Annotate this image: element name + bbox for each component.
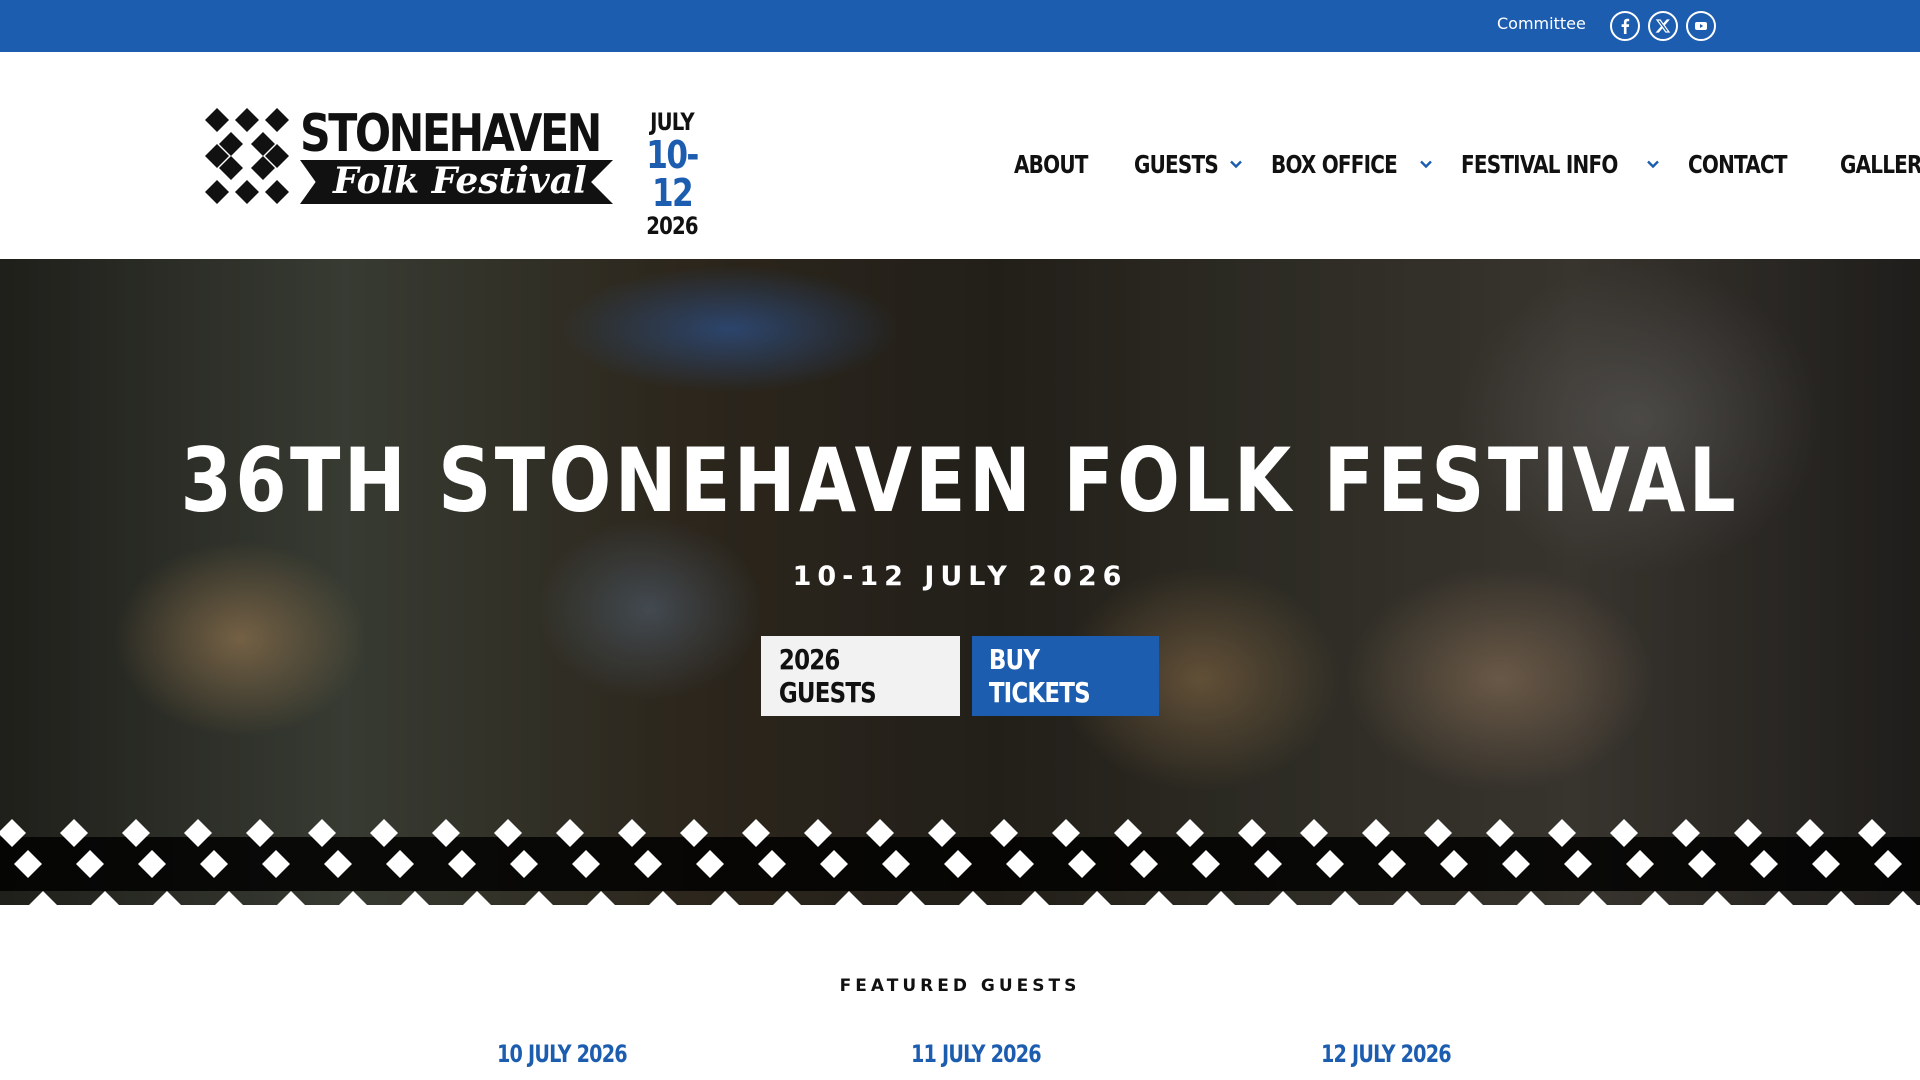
nav-item-label: BOX OFFICE [1270,149,1398,179]
hero-title-text: 36TH STONEHAVEN FOLK FESTIVAL [180,429,1740,532]
hero-title: 36TH STONEHAVEN FOLK FESTIVAL [0,429,1920,532]
nav-item-box-office[interactable]: BOX OFFICE [1271,150,1433,179]
hero-subtitle: 10-12 JULY 2026 [792,561,1128,592]
committee-link[interactable]: Committee [1497,14,1586,33]
day-tab-label: 12 JULY 2026 [1321,1040,1452,1068]
top-bar: Committee [0,0,1920,52]
guests-button-label: 2026 GUESTS [778,643,877,709]
guests-button[interactable]: 2026 GUESTS [761,636,960,716]
chevron-down-icon [1230,160,1242,169]
logo-days: 10-12 [646,133,699,215]
site-header: STONEHAVEN Folk Festival JULY 10-12 2026… [0,52,1920,259]
day-tab-1[interactable]: 10 JULY 2026 [497,1040,659,1068]
nav-item-label: ABOUT [1014,149,1088,179]
youtube-icon[interactable] [1686,11,1716,41]
buy-tickets-button[interactable]: BUY TICKETS [972,636,1159,716]
day-tab-label: 11 JULY 2026 [911,1040,1042,1068]
x-icon[interactable] [1648,11,1678,41]
day-tab-label: 10 JULY 2026 [497,1040,628,1068]
diamond-pattern-icon [205,108,289,204]
nav-item-guests[interactable]: GUESTS [1134,150,1243,179]
facebook-icon[interactable] [1610,11,1640,41]
nav-item-contact[interactable]: CONTACT [1688,150,1811,179]
chevron-down-icon [1647,160,1660,169]
chevron-down-icon [1419,160,1432,169]
buy-tickets-button-label: BUY TICKETS [988,643,1091,709]
diamond-band-decoration [0,819,1920,909]
nav-item-festival-info[interactable]: FESTIVAL INFO [1461,150,1661,179]
logo-wordmark: STONEHAVEN [300,104,602,164]
day-tab-3[interactable]: 12 JULY 2026 [1321,1040,1483,1068]
logo-year: 2026 [646,212,698,240]
nav-item-gallery[interactable]: GALLERY [1840,150,1920,179]
nav-item-label: FESTIVAL INFO [1460,149,1618,179]
nav-item-label: CONTACT [1688,149,1788,179]
main-nav: ABOUT GUESTS BOX OFFICE FESTIVAL INFO CO… [1014,144,1920,184]
nav-item-label: GUESTS [1134,149,1219,179]
nav-item-label: GALLERY [1839,149,1920,179]
hero-banner: 36TH STONEHAVEN FOLK FESTIVAL 10-12 JULY… [0,259,1920,909]
logo-month: JULY [650,108,695,136]
day-tab-2[interactable]: 11 JULY 2026 [911,1040,1073,1068]
logo-tagline: Folk Festival [333,160,587,202]
nav-item-about[interactable]: ABOUT [1014,150,1106,179]
featured-guests-heading: FEATURED GUESTS [839,976,1081,996]
logo-dates: JULY 10-12 2026 [629,108,715,240]
festival-logo[interactable]: STONEHAVEN Folk Festival JULY 10-12 2026 [205,104,715,240]
